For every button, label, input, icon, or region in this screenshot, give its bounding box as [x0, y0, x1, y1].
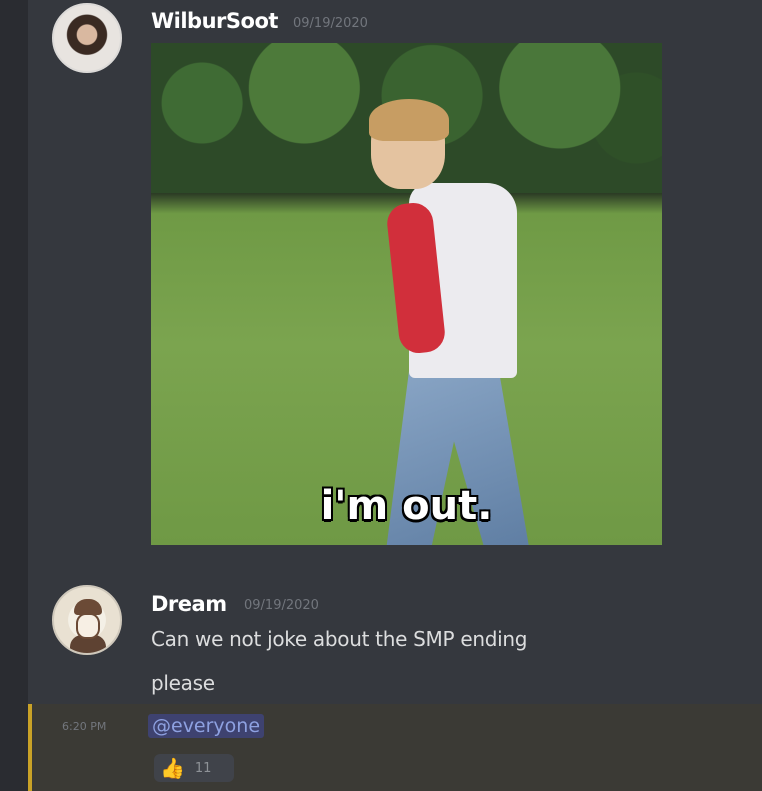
chat-view: WilburSoot 09/19/2020 i'm out. Dream 09/…: [0, 0, 762, 791]
gif-person: [369, 99, 571, 545]
timestamp: 09/19/2020: [293, 16, 368, 31]
reaction-button[interactable]: 👍 11: [154, 754, 234, 782]
everyone-mention[interactable]: @everyone: [148, 714, 265, 738]
hover-timestamp: 6:20 PM: [62, 720, 107, 733]
mention-highlight-bar: [28, 704, 32, 791]
mention-message-row[interactable]: 6:20 PM @everyone 👍 11: [28, 704, 762, 791]
gif-caption: i'm out.: [320, 483, 493, 529]
message-text: please: [151, 671, 215, 695]
timestamp: 09/19/2020: [244, 598, 319, 613]
username-dream[interactable]: Dream: [151, 592, 227, 616]
reaction-count: 11: [194, 760, 212, 776]
gif-attachment[interactable]: i'm out.: [151, 43, 662, 545]
avatar-dream[interactable]: [52, 585, 122, 655]
channel-sidebar-edge: [0, 0, 28, 791]
message-text: Can we not joke about the SMP ending: [151, 627, 528, 651]
thumbs-up-icon: 👍: [160, 756, 185, 780]
username-wilbursoot[interactable]: WilburSoot: [151, 9, 278, 33]
avatar-wilbursoot[interactable]: [52, 3, 122, 73]
